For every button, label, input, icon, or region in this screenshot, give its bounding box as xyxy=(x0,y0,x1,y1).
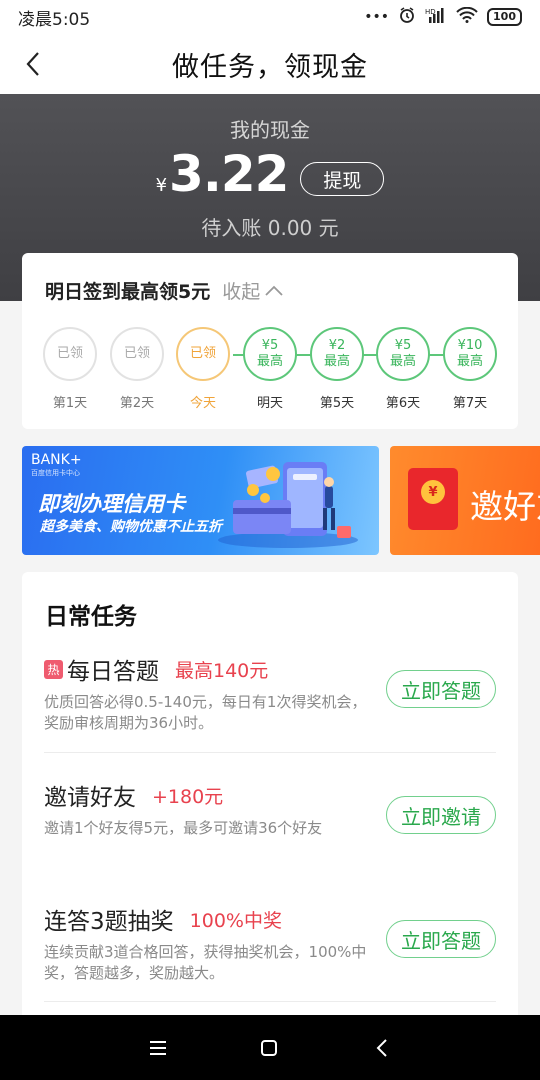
red-envelope-icon: ¥ xyxy=(408,468,458,530)
signin-day: 已领 第2天 xyxy=(110,327,164,411)
back-triangle-icon xyxy=(376,1039,387,1057)
wallet-label: 我的现金 xyxy=(230,118,310,142)
answer-now-button[interactable]: 立即答题 xyxy=(386,920,496,958)
nav-bar: 做任务，领现金 xyxy=(0,34,540,94)
home-button[interactable] xyxy=(254,1033,284,1063)
day-badge: 已领 xyxy=(110,327,164,381)
currency-symbol: ¥ xyxy=(155,175,168,196)
task-description: 连续贡献3道合格回答，获得抽奖机会，100%中奖，答题越多，奖励越大。 xyxy=(44,943,367,982)
task-item: 热 每日答题 最高140元 优质回答必得0.5-140元，每日有1次得奖机会，奖… xyxy=(44,652,496,734)
back-button[interactable] xyxy=(18,46,48,82)
task-item: 邀请好友 +180元 邀请1个好友得5元，最多可邀请36个好友 立即邀请 xyxy=(44,778,496,839)
hot-badge: 热 xyxy=(44,659,63,679)
home-icon xyxy=(261,1040,277,1056)
wallet-amount: 3.22 xyxy=(169,145,289,203)
pending-amount: 待入账 0.00 元 xyxy=(201,216,339,240)
status-icons: ••• HD 100 xyxy=(364,6,522,28)
phone-card-illustration xyxy=(218,462,358,548)
day-badge: ¥5 最高 xyxy=(243,327,297,381)
task-name: 每日答题 xyxy=(67,659,159,685)
day-label: 今天 xyxy=(189,396,216,411)
bank-brand: BANK+ 百度信用卡中心 xyxy=(31,452,82,477)
status-bar: 凌晨5:05 ••• HD 100 xyxy=(0,0,540,34)
page-title: 做任务，领现金 xyxy=(172,51,368,83)
system-back-button[interactable] xyxy=(367,1033,397,1063)
signin-header: 明日签到最高领5元 收起 xyxy=(45,277,285,304)
withdraw-button[interactable]: 提现 xyxy=(300,162,385,196)
day-label: 第1天 xyxy=(52,396,88,411)
signin-title: 明日签到最高领5元 xyxy=(45,281,211,303)
banner-headline: 邀好友 xyxy=(470,487,540,526)
day-label: 明天 xyxy=(256,396,283,411)
day-badge: 已领 xyxy=(43,327,97,381)
task-reward: +180元 xyxy=(152,785,224,808)
more-dots-icon: ••• xyxy=(364,9,390,25)
collapse-toggle[interactable]: 收起 xyxy=(222,277,285,304)
signin-days: 已领 第1天 已领 第2天 已领 今天 ¥5 最高 明天 ¥2 最高 第5天 ¥5 最… xyxy=(43,327,499,417)
task-name: 连答3题抽奖 xyxy=(44,909,174,935)
task-reward: 100%中奖 xyxy=(189,909,282,932)
day-badge: ¥2 最高 xyxy=(310,327,364,381)
banner-subline: 超多美食、购物优惠不止五折 xyxy=(40,519,222,535)
battery-icon: 100 xyxy=(487,8,522,26)
banner-headline: 即刻办理信用卡 xyxy=(38,492,185,516)
day-label: 第7天 xyxy=(452,396,488,411)
day-badge: ¥10 最高 xyxy=(443,327,497,381)
task-reward: 最高140元 xyxy=(175,659,269,682)
bank-brand-sub: 百度信用卡中心 xyxy=(31,469,80,477)
answer-now-button[interactable]: 立即答题 xyxy=(386,670,496,708)
menu-button[interactable] xyxy=(143,1033,173,1063)
system-nav-bar xyxy=(0,1015,540,1080)
day-label: 第5天 xyxy=(319,396,355,411)
task-name: 邀请好友 xyxy=(44,785,136,811)
collapse-label: 收起 xyxy=(222,281,261,303)
wallet-amount-row: ¥ 3.22 提现 xyxy=(0,146,540,202)
signin-day: ¥10 最高 第7天 xyxy=(443,327,497,411)
invite-friends-banner[interactable]: ¥ 邀好友 xyxy=(390,446,540,555)
signin-day: 已领 今天 xyxy=(176,327,230,411)
status-time: 凌晨5:05 xyxy=(18,9,91,30)
day-label: 第6天 xyxy=(385,396,421,411)
task-description: 邀请1个好友得5元，最多可邀请36个好友 xyxy=(44,819,323,837)
task-item: 连答3题抽奖 100%中奖 连续贡献3道合格回答，获得抽奖机会，100%中奖，答… xyxy=(44,902,496,984)
divider xyxy=(44,752,496,753)
chevron-up-icon xyxy=(265,285,283,296)
alarm-icon xyxy=(398,6,416,28)
wifi-icon xyxy=(456,6,478,27)
chevron-left-icon xyxy=(26,52,39,76)
credit-card-banner[interactable]: BANK+ 百度信用卡中心 即刻办理信用卡 超多美食、购物优惠不止五折 xyxy=(22,446,379,555)
day-badge: ¥5 最高 xyxy=(376,327,430,381)
day-badge: 已领 xyxy=(176,327,230,381)
signin-day: ¥5 最高 第6天 xyxy=(376,327,430,411)
task-description: 优质回答必得0.5-140元，每日有1次得奖机会，奖励审核周期为36小时。 xyxy=(44,693,367,732)
signin-day: ¥5 最高 明天 xyxy=(243,327,297,411)
day-label: 第2天 xyxy=(119,396,155,411)
signal-icon: HD xyxy=(425,7,447,27)
daily-tasks-card: 日常任务 热 每日答题 最高140元 优质回答必得0.5-140元，每日有1次得… xyxy=(22,572,518,1032)
signin-day: 已领 第1天 xyxy=(43,327,97,411)
section-title: 日常任务 xyxy=(45,604,137,630)
yen-coin-icon: ¥ xyxy=(421,480,445,504)
invite-now-button[interactable]: 立即邀请 xyxy=(386,796,496,834)
signin-card: 明日签到最高领5元 收起 已领 第1天 已领 第2天 已领 今天 ¥5 最高 明天… xyxy=(22,253,518,429)
divider xyxy=(44,1001,496,1002)
menu-icon xyxy=(150,1041,166,1055)
signin-day: ¥2 最高 第5天 xyxy=(310,327,364,411)
